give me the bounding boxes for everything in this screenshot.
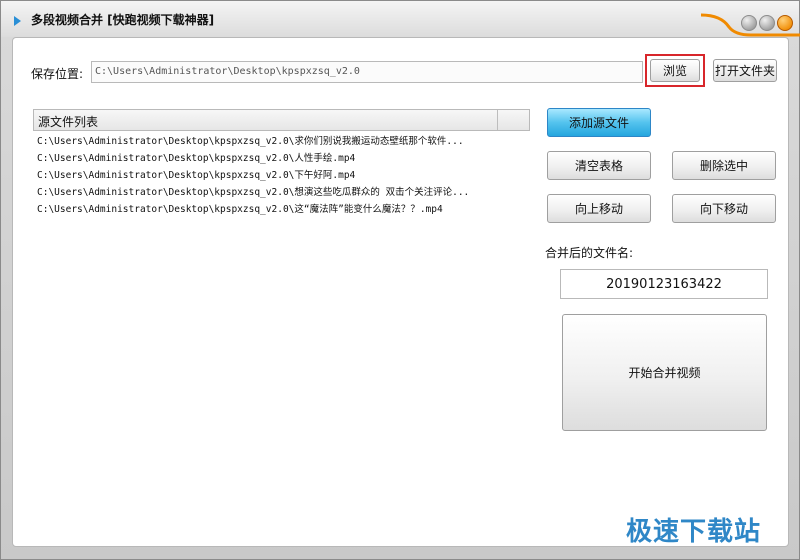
- minimize-button[interactable]: [741, 15, 757, 31]
- move-down-button[interactable]: 向下移动: [672, 194, 776, 223]
- start-merge-button[interactable]: 开始合并视频: [562, 314, 767, 431]
- add-source-button[interactable]: 添加源文件: [547, 108, 651, 137]
- move-up-button[interactable]: 向上移动: [547, 194, 651, 223]
- window-title: 多段视频合并 [快跑视频下载神器]: [31, 13, 215, 27]
- list-item[interactable]: C:\Users\Administrator\Desktop\kpspxzsq_…: [37, 201, 507, 218]
- clear-table-button[interactable]: 清空表格: [547, 151, 651, 180]
- source-list-header-label: 源文件列表: [38, 115, 99, 129]
- output-filename-label: 合并后的文件名:: [545, 246, 634, 260]
- source-list-header[interactable]: 源文件列表: [33, 109, 530, 131]
- main-panel: 保存位置: C:\Users\Administrator\Desktop\kps…: [12, 37, 789, 547]
- title-bar: 多段视频合并 [快跑视频下载神器]: [1, 1, 800, 37]
- list-item[interactable]: C:\Users\Administrator\Desktop\kpspxzsq_…: [37, 167, 507, 184]
- site-watermark: 极速下载站: [626, 517, 762, 547]
- list-item[interactable]: C:\Users\Administrator\Desktop\kpspxzsq_…: [37, 150, 507, 167]
- save-path-input[interactable]: C:\Users\Administrator\Desktop\kpspxzsq_…: [91, 61, 643, 83]
- app-play-icon: [14, 16, 21, 26]
- open-folder-button[interactable]: 打开文件夹: [713, 59, 777, 82]
- browse-button[interactable]: 浏览: [650, 59, 700, 82]
- list-item[interactable]: C:\Users\Administrator\Desktop\kpspxzsq_…: [37, 133, 507, 150]
- delete-selected-button[interactable]: 删除选中: [672, 151, 776, 180]
- column-divider[interactable]: [497, 110, 498, 130]
- close-button[interactable]: [777, 15, 793, 31]
- source-file-list: C:\Users\Administrator\Desktop\kpspxzsq_…: [37, 133, 507, 218]
- save-location-label: 保存位置:: [31, 67, 84, 81]
- maximize-button[interactable]: [759, 15, 775, 31]
- app-window: 多段视频合并 [快跑视频下载神器] 保存位置: C:\Users\Adminis…: [0, 0, 800, 560]
- output-filename-input[interactable]: 20190123163422: [560, 269, 768, 299]
- list-item[interactable]: C:\Users\Administrator\Desktop\kpspxzsq_…: [37, 184, 507, 201]
